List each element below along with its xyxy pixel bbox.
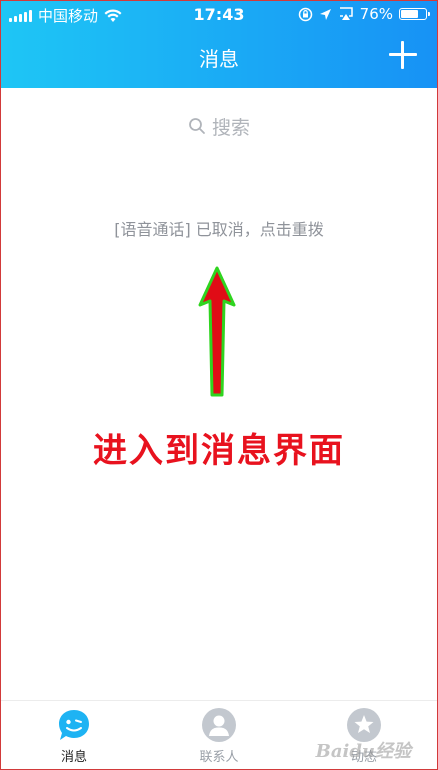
add-plus-icon[interactable] [389,41,417,69]
contact-person-icon [201,707,237,743]
battery-percent: 76% [359,5,393,23]
message-list-item[interactable]: [语音通话] 已取消，点击重拨 [1,216,437,240]
airplay-icon [339,7,353,20]
location-icon [319,8,331,20]
battery-level-fill [401,10,418,18]
tab-label-contacts: 联系人 [199,750,239,765]
battery-icon [399,8,430,20]
tab-contacts[interactable]: 联系人 [174,707,264,767]
status-bar: 中国移动 17:43 76% [1,1,437,29]
search-placeholder: 搜索 [211,116,250,139]
page-title: 消息 [199,47,239,71]
message-preview-text: [语音通话] 已取消，点击重拨 [114,220,324,239]
annotation-up-arrow [198,266,236,397]
phone-screen: 中国移动 17:43 76% 消息 搜索 [语音通话] 已取消，点击重拨 进入到… [0,0,438,770]
chat-bubble-icon [56,707,92,743]
annotation-caption: 进入到消息界面 [93,431,345,471]
app-header: 中国移动 17:43 76% 消息 [1,1,437,88]
search-bar[interactable]: 搜索 [1,111,437,141]
tab-messages[interactable]: 消息 [29,707,119,767]
status-right: 76% [298,5,430,23]
watermark-text: Baidu经验 [315,741,411,762]
tab-label-messages: 消息 [60,750,87,765]
rotation-lock-icon [298,7,312,21]
bottom-tab-bar: 消息 联系人 动态 Baidu经验 [1,700,437,769]
search-icon [189,118,205,134]
